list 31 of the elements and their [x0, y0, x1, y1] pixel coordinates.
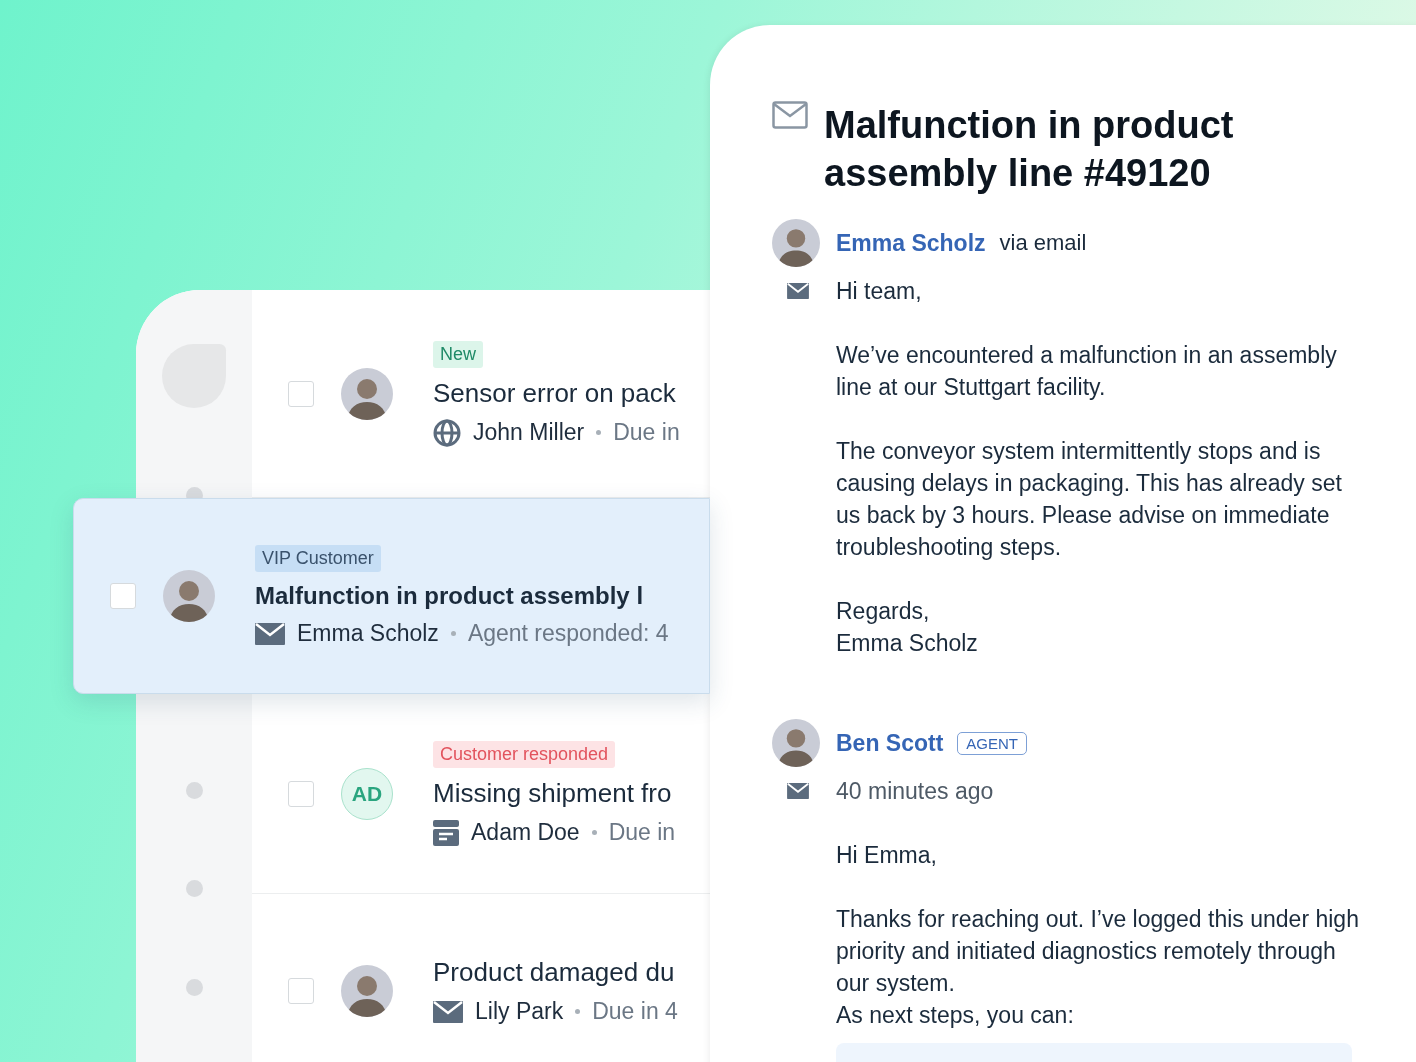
message-text: The conveyor system intermittently stops and is causing delays in packaging. This has already set us back by 3 hours. Please advise on immediate troubleshooting steps. — [836, 437, 1343, 562]
status-tag: New — [433, 340, 483, 368]
channel-label: via email — [999, 230, 1087, 256]
ticket-title: Malfunction in product assembly l — [255, 582, 645, 611]
customer-name: Lily Park — [475, 998, 564, 1026]
ticket-title: Missing shipment fro — [433, 778, 673, 810]
message-text: Hi team, — [836, 277, 923, 306]
customer-name: Adam Doe — [471, 819, 580, 847]
ticket-status: Agent responded: 4 — [467, 620, 669, 648]
ticket-title: Malfunction in product assembly line #49120 — [824, 103, 1235, 196]
message-time: 40 minutes ago — [836, 777, 995, 806]
author-name[interactable]: Ben Scott — [836, 729, 944, 757]
message-text: As next steps, you can: — [836, 1001, 1075, 1030]
role-badge: AGENT — [957, 731, 1028, 755]
avatar: AD — [341, 767, 393, 820]
author-name[interactable]: Emma Scholz — [836, 229, 986, 257]
ticket-status: Due in 4 — [592, 998, 678, 1026]
ticket-title: Sensor error on pack — [433, 377, 677, 409]
status-tag: Customer responded — [433, 741, 616, 769]
ticket-status: Due in — [608, 819, 676, 847]
customer-name: Emma Scholz — [297, 620, 439, 648]
ticket-row[interactable]: VIP Customer Malfunction in product assembly l Emma Scholz Agent responded: 4 — [73, 498, 710, 695]
message-text: Thanks for reaching out. I’ve logged this under high priority and initiated diagnostics remotely through our system. — [836, 905, 1360, 998]
message-text: Emma Scholz — [836, 629, 979, 658]
message-text: Regards, — [836, 597, 931, 626]
ticket-status: Due in — [613, 419, 680, 447]
ticket-title: Product damaged du — [433, 957, 676, 989]
status-tag: VIP Customer — [255, 545, 381, 573]
customer-name: John Miller — [473, 419, 585, 447]
message-text: We’ve encountered a malfunction in an assembly line at our Stuttgart facility. — [836, 341, 1338, 402]
message-text: Hi Emma, — [836, 841, 938, 870]
